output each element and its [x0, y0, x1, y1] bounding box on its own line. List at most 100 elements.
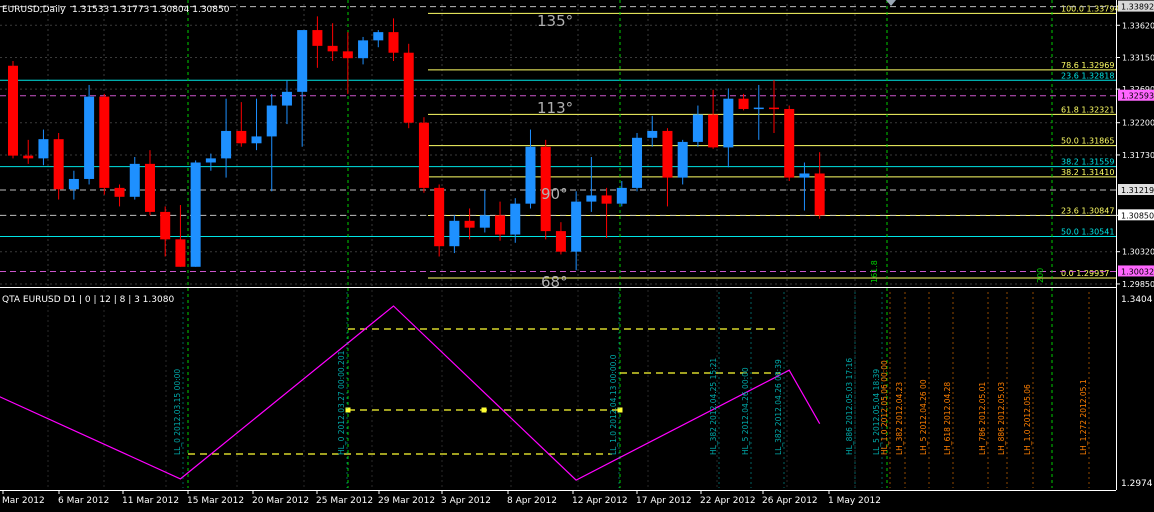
gann-angle-label: 113°: [537, 99, 573, 117]
candle-body: [510, 203, 521, 235]
candle-body: [84, 96, 95, 179]
time-tick-label: 12 Apr 2012: [572, 496, 628, 506]
chart-symbol-title: EURUSD,Daily: [2, 5, 66, 15]
qta-annotation-label: LH_382 2012.04.23: [895, 382, 904, 455]
candle-body: [8, 65, 18, 156]
price-tick-label: 1.32200: [1122, 119, 1154, 128]
qta-annotation-label: HL_5 2012.04.26 00:00: [741, 367, 750, 455]
fib-level-label: 38.2 1.31410: [1061, 168, 1114, 177]
qta-annotation-label: LH_886 2012.05.03: [997, 382, 1006, 455]
qta-level-point: [345, 407, 351, 413]
qta-annotation-label: LL_382 2012.04.26 08:39: [774, 359, 783, 455]
time-tick-label: 25 Mar 2012: [316, 496, 373, 506]
candle-body: [769, 107, 779, 110]
time-tick-label: 11 Mar 2012: [122, 496, 179, 506]
candle-body: [388, 32, 399, 53]
vertical-marker-label: 161.8: [870, 260, 879, 283]
candle-body: [373, 32, 384, 41]
qta-annotation-label: LH_5 2012.04.26 00: [919, 379, 928, 455]
time-tick-label: 26 Apr 2012: [762, 496, 818, 506]
qta-annotation-label: HL_0 2012.03.27 00:00.201: [337, 350, 346, 455]
time-tick-label: 15 Mar 2012: [187, 496, 244, 506]
chart-window: 100.0 1.33794 78.6 1.32969 23.6 1.32818 61.…: [0, 0, 1154, 508]
candle-body: [616, 187, 627, 204]
fib-level-label: 38.2 1.31559: [1061, 158, 1114, 167]
price-label-text: 1.32593: [1121, 92, 1154, 101]
candle-body: [53, 139, 64, 190]
candle-body: [632, 137, 643, 188]
candle-body: [662, 130, 673, 178]
candle-body: [99, 96, 110, 188]
price-label-text: 1.31219: [1121, 186, 1154, 195]
candle-body: [68, 178, 79, 190]
qta-annotation-label: LH_1.0 2012.05.06: [1023, 384, 1032, 455]
candle-body: [312, 30, 323, 46]
qta-annotation-label: HL_886 2012.05.03 17:16: [845, 358, 854, 455]
price-tick-label: 1.33620: [1122, 21, 1154, 30]
candle-body: [479, 215, 490, 228]
fib-level-label: 23.6 1.32818: [1061, 71, 1114, 80]
candle-body: [692, 114, 703, 142]
candle-body: [495, 215, 506, 235]
candle-body: [236, 130, 247, 144]
time-tick-label: 29 Mar 2012: [378, 496, 435, 506]
chart-canvas[interactable]: 100.0 1.33794 78.6 1.3296923.6 1.32818 61.…: [0, 0, 1154, 508]
candle-body: [784, 108, 795, 178]
candle-body: [190, 162, 201, 267]
qta-annotation-label: LH_1.272 2012.05.1: [1079, 379, 1088, 455]
candle-body: [281, 91, 292, 106]
chart-ohlc-readout: 1.31533 1.31773 1.30804 1.30850: [72, 5, 230, 15]
candle-body: [677, 141, 688, 178]
candle-body: [738, 98, 749, 109]
fib-level-label: 100.0 1.33794: [1061, 4, 1120, 13]
fib-level-label: 78.6 1.32969: [1061, 61, 1114, 70]
candle-body: [175, 239, 186, 267]
fib-level-label: 0.0 1.29937: [1061, 269, 1109, 278]
candle-body: [358, 40, 369, 59]
candle-body: [571, 201, 582, 252]
time-tick-label: Mar 2012: [2, 496, 45, 506]
candle-body: [251, 136, 262, 144]
candle-body: [418, 122, 429, 188]
price-tick-label: 1.33150: [1122, 54, 1154, 63]
qta-annotation-label: HL_1.0 2012.05.06 00:00: [880, 360, 889, 455]
candle-body: [266, 105, 277, 137]
gann-angle-label: 68°: [541, 273, 568, 291]
candle-body: [601, 195, 612, 204]
qta-annotation-label: LL_0 2012.03.15 00:00: [173, 369, 182, 455]
price-tick-label: 1.30320: [1122, 248, 1154, 257]
candle-body: [555, 231, 566, 252]
qta-annotation-label: HL_382 2012.04.25 15:21: [709, 358, 718, 455]
candle-body: [38, 139, 49, 159]
fib-level-label: 61.8 1.32321: [1061, 105, 1114, 114]
fib-level-label: 23.6 1.30847: [1061, 207, 1114, 216]
time-tick-label: 3 Apr 2012: [441, 496, 491, 506]
price-tick-label: 1.31730: [1122, 151, 1154, 160]
candle-body: [205, 158, 216, 163]
time-tick-label: 1 May 2012: [828, 496, 881, 506]
candle-body: [753, 107, 764, 110]
candle-body: [160, 211, 171, 240]
candle-body: [799, 173, 810, 178]
price-tick-label: 1.29850: [1122, 280, 1154, 289]
candle-body: [221, 130, 232, 159]
vertical-marker-label: 200: [1036, 268, 1045, 283]
fib-level-label: 50.0 1.30541: [1061, 228, 1114, 237]
indicator-top-value: 1.3404: [1121, 295, 1153, 305]
candle-body: [23, 155, 34, 159]
candle-body: [723, 98, 734, 148]
time-tick-label: 22 Apr 2012: [700, 496, 756, 506]
indicator-title: QTA EURUSD D1 | 0 | 12 | 8 | 3 1.3080: [2, 295, 174, 305]
qta-annotation-label: LL_1.0 2012.04.13 00:00.0: [609, 354, 618, 455]
candle-body: [647, 130, 658, 138]
candle-body: [586, 195, 597, 202]
candle-body: [434, 187, 445, 247]
candle-body: [342, 51, 353, 59]
qta-annotation-label: LH_786 2012.05.01: [978, 382, 987, 455]
price-label-text: 1.30032: [1121, 267, 1154, 276]
time-tick-label: 20 Mar 2012: [252, 496, 309, 506]
candle-body: [297, 30, 308, 92]
price-label-text: 1.33892: [1121, 3, 1154, 12]
price-label-text: 1.30850: [1121, 211, 1154, 220]
qta-level-point: [481, 407, 487, 413]
